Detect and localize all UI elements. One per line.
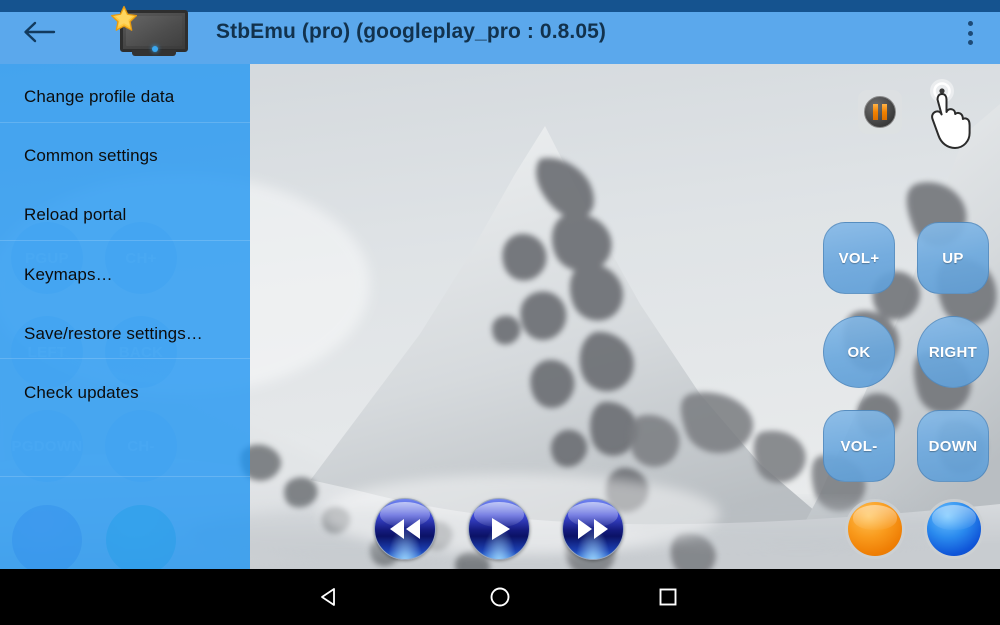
drawer-divider xyxy=(0,476,250,477)
nav-recents-icon xyxy=(659,588,677,606)
nav-home-icon xyxy=(490,587,510,607)
orange-color-button[interactable] xyxy=(845,499,905,559)
ok-button[interactable]: OK xyxy=(823,316,895,388)
nav-back-icon xyxy=(321,588,335,606)
blue-gloss-highlight xyxy=(931,505,977,531)
play-icon xyxy=(492,518,510,540)
volume-up-label: VOL+ xyxy=(838,249,880,267)
android-navigation-bar xyxy=(0,569,1000,625)
volume-up-button[interactable]: VOL+ xyxy=(823,222,895,294)
rewind-icon xyxy=(390,519,420,539)
drawer-item-common-settings[interactable]: Common settings xyxy=(0,126,250,185)
volume-down-label: VOL- xyxy=(840,437,878,455)
overflow-dot xyxy=(967,30,973,36)
fast-forward-icon xyxy=(578,519,608,539)
dpad-up-button[interactable]: UP xyxy=(917,222,989,294)
overflow-menu-icon[interactable] xyxy=(958,18,982,48)
rewind-button[interactable] xyxy=(374,498,436,560)
tv-led-icon xyxy=(152,46,158,52)
drawer-item-label: Keymaps… xyxy=(24,264,113,284)
drawer-item-save-restore-settings[interactable]: Save/restore settings… xyxy=(0,304,250,363)
app-icon xyxy=(110,5,190,59)
pause-button[interactable] xyxy=(858,90,902,134)
nav-back-button[interactable] xyxy=(290,569,370,625)
overflow-dot xyxy=(967,21,973,26)
play-button[interactable] xyxy=(468,498,530,560)
nav-home-button[interactable] xyxy=(460,569,540,625)
arrow-left-icon[interactable] xyxy=(22,18,56,46)
drawer-item-label: Check updates xyxy=(24,382,139,402)
ok-label: OK xyxy=(847,343,871,361)
overflow-dot xyxy=(967,40,973,45)
fast-forward-button[interactable] xyxy=(562,498,624,560)
drawer-item-label: Change profile data xyxy=(24,86,175,106)
star-badge-icon xyxy=(110,5,138,31)
nav-recents-button[interactable] xyxy=(628,569,708,625)
dpad-up-label: UP xyxy=(942,249,964,267)
dpad-right-label: RIGHT xyxy=(928,343,978,361)
drawer-item-label: Reload portal xyxy=(24,204,127,224)
drawer-item-label: Save/restore settings… xyxy=(24,323,203,343)
android-screen: PGUP CH+ LEFT BACK PGDOWN CH- VOL+ UP OK… xyxy=(0,0,1000,625)
blue-color-button[interactable] xyxy=(924,499,984,559)
volume-down-button[interactable]: VOL- xyxy=(823,410,895,482)
drawer-item-label: Common settings xyxy=(24,145,158,165)
dpad-right-button[interactable]: RIGHT xyxy=(917,316,989,388)
drawer-item-check-updates[interactable]: Check updates xyxy=(0,363,250,422)
dpad-down-label: DOWN xyxy=(928,437,978,455)
navigation-drawer: Change profile data Common settings Relo… xyxy=(0,64,250,569)
dpad-down-button[interactable]: DOWN xyxy=(917,410,989,482)
drawer-item-reload-portal[interactable]: Reload portal xyxy=(0,185,250,244)
drawer-item-keymaps[interactable]: Keymaps… xyxy=(0,245,250,304)
page-title: StbEmu (pro) (googleplay_pro : 0.8.05) xyxy=(216,20,607,43)
hand-tap-cursor-icon xyxy=(930,79,971,149)
drawer-item-change-profile-data[interactable]: Change profile data xyxy=(0,67,250,126)
pause-icon xyxy=(864,96,896,128)
orange-gloss-highlight xyxy=(852,505,898,531)
